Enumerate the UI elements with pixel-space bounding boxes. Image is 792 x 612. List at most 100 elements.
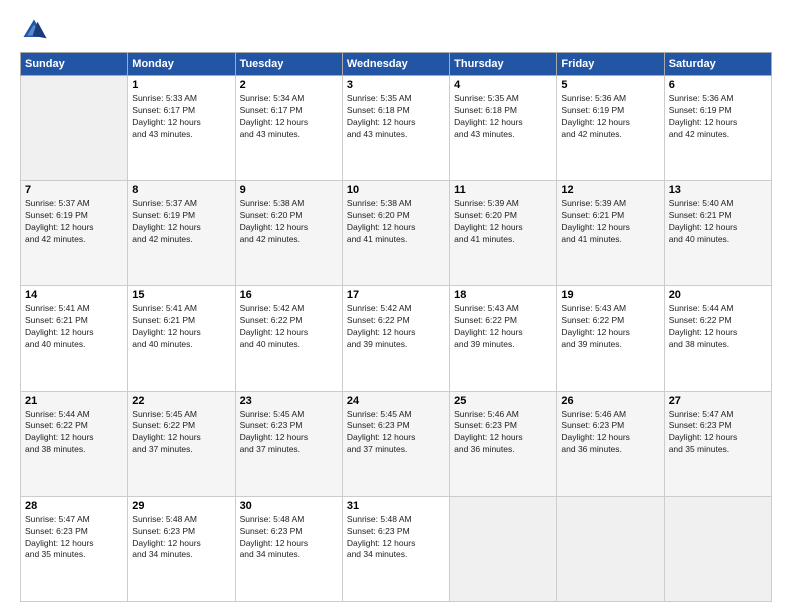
day-number: 17: [347, 289, 445, 301]
day-info: Sunrise: 5:40 AMSunset: 6:21 PMDaylight:…: [669, 198, 767, 246]
day-number: 23: [240, 395, 338, 407]
day-number: 14: [25, 289, 123, 301]
calendar-week: 1 Sunrise: 5:33 AMSunset: 6:17 PMDaylight…: [21, 76, 772, 181]
calendar-cell: 11 Sunrise: 5:39 AMSunset: 6:20 PMDayligh…: [450, 181, 557, 286]
calendar-cell: 17 Sunrise: 5:42 AMSunset: 6:22 PMDayligh…: [342, 286, 449, 391]
header: [20, 16, 772, 44]
calendar-cell: 15 Sunrise: 5:41 AMSunset: 6:21 PMDayligh…: [128, 286, 235, 391]
day-number: 22: [132, 395, 230, 407]
calendar-cell: 18 Sunrise: 5:43 AMSunset: 6:22 PMDayligh…: [450, 286, 557, 391]
day-info: Sunrise: 5:48 AMSunset: 6:23 PMDaylight:…: [347, 514, 445, 562]
weekday-header: Friday: [557, 53, 664, 76]
day-number: 29: [132, 500, 230, 512]
day-info: Sunrise: 5:37 AMSunset: 6:19 PMDaylight:…: [132, 198, 230, 246]
day-info: Sunrise: 5:47 AMSunset: 6:23 PMDaylight:…: [25, 514, 123, 562]
day-info: Sunrise: 5:47 AMSunset: 6:23 PMDaylight:…: [669, 409, 767, 457]
calendar-week: 7 Sunrise: 5:37 AMSunset: 6:19 PMDaylight…: [21, 181, 772, 286]
day-info: Sunrise: 5:43 AMSunset: 6:22 PMDaylight:…: [561, 303, 659, 351]
calendar-cell: 21 Sunrise: 5:44 AMSunset: 6:22 PMDayligh…: [21, 391, 128, 496]
calendar-cell: [21, 76, 128, 181]
day-info: Sunrise: 5:46 AMSunset: 6:23 PMDaylight:…: [454, 409, 552, 457]
day-number: 10: [347, 184, 445, 196]
calendar-week: 21 Sunrise: 5:44 AMSunset: 6:22 PMDayligh…: [21, 391, 772, 496]
day-info: Sunrise: 5:36 AMSunset: 6:19 PMDaylight:…: [669, 93, 767, 141]
day-info: Sunrise: 5:33 AMSunset: 6:17 PMDaylight:…: [132, 93, 230, 141]
calendar-cell: 2 Sunrise: 5:34 AMSunset: 6:17 PMDaylight…: [235, 76, 342, 181]
day-number: 28: [25, 500, 123, 512]
calendar-cell: 10 Sunrise: 5:38 AMSunset: 6:20 PMDayligh…: [342, 181, 449, 286]
calendar-cell: 1 Sunrise: 5:33 AMSunset: 6:17 PMDaylight…: [128, 76, 235, 181]
day-number: 2: [240, 79, 338, 91]
day-number: 7: [25, 184, 123, 196]
day-info: Sunrise: 5:39 AMSunset: 6:20 PMDaylight:…: [454, 198, 552, 246]
day-info: Sunrise: 5:44 AMSunset: 6:22 PMDaylight:…: [669, 303, 767, 351]
calendar-cell: 8 Sunrise: 5:37 AMSunset: 6:19 PMDaylight…: [128, 181, 235, 286]
day-info: Sunrise: 5:48 AMSunset: 6:23 PMDaylight:…: [240, 514, 338, 562]
day-number: 27: [669, 395, 767, 407]
calendar-cell: 25 Sunrise: 5:46 AMSunset: 6:23 PMDayligh…: [450, 391, 557, 496]
day-info: Sunrise: 5:44 AMSunset: 6:22 PMDaylight:…: [25, 409, 123, 457]
day-number: 31: [347, 500, 445, 512]
day-number: 9: [240, 184, 338, 196]
day-number: 1: [132, 79, 230, 91]
calendar-cell: 31 Sunrise: 5:48 AMSunset: 6:23 PMDayligh…: [342, 496, 449, 601]
day-info: Sunrise: 5:42 AMSunset: 6:22 PMDaylight:…: [347, 303, 445, 351]
day-info: Sunrise: 5:41 AMSunset: 6:21 PMDaylight:…: [132, 303, 230, 351]
calendar-cell: 6 Sunrise: 5:36 AMSunset: 6:19 PMDaylight…: [664, 76, 771, 181]
calendar-cell: 9 Sunrise: 5:38 AMSunset: 6:20 PMDaylight…: [235, 181, 342, 286]
day-number: 19: [561, 289, 659, 301]
day-info: Sunrise: 5:46 AMSunset: 6:23 PMDaylight:…: [561, 409, 659, 457]
calendar-week: 14 Sunrise: 5:41 AMSunset: 6:21 PMDayligh…: [21, 286, 772, 391]
day-info: Sunrise: 5:43 AMSunset: 6:22 PMDaylight:…: [454, 303, 552, 351]
day-number: 12: [561, 184, 659, 196]
calendar-cell: 20 Sunrise: 5:44 AMSunset: 6:22 PMDayligh…: [664, 286, 771, 391]
calendar-cell: 4Sunrise: 5:35 AMSunset: 6:18 PMDaylight…: [450, 76, 557, 181]
weekday-header: Saturday: [664, 53, 771, 76]
day-number: 20: [669, 289, 767, 301]
day-info: Sunrise: 5:37 AMSunset: 6:19 PMDaylight:…: [25, 198, 123, 246]
day-number: 8: [132, 184, 230, 196]
calendar-cell: 14 Sunrise: 5:41 AMSunset: 6:21 PMDayligh…: [21, 286, 128, 391]
calendar-cell: 30Sunrise: 5:48 AMSunset: 6:23 PMDayligh…: [235, 496, 342, 601]
logo-icon: [20, 16, 48, 44]
calendar-cell: [557, 496, 664, 601]
calendar-cell: 12 Sunrise: 5:39 AMSunset: 6:21 PMDayligh…: [557, 181, 664, 286]
day-info: Sunrise: 5:34 AMSunset: 6:17 PMDaylight:…: [240, 93, 338, 141]
day-info: Sunrise: 5:41 AMSunset: 6:21 PMDaylight:…: [25, 303, 123, 351]
calendar-cell: 26Sunrise: 5:46 AMSunset: 6:23 PMDayligh…: [557, 391, 664, 496]
weekday-header: Wednesday: [342, 53, 449, 76]
day-number: 3: [347, 79, 445, 91]
day-number: 11: [454, 184, 552, 196]
day-number: 6: [669, 79, 767, 91]
day-number: 15: [132, 289, 230, 301]
weekday-header: Tuesday: [235, 53, 342, 76]
logo: [20, 16, 50, 44]
day-info: Sunrise: 5:45 AMSunset: 6:23 PMDaylight:…: [240, 409, 338, 457]
calendar-cell: 29 Sunrise: 5:48 AMSunset: 6:23 PMDayligh…: [128, 496, 235, 601]
day-number: 13: [669, 184, 767, 196]
calendar-cell: 19 Sunrise: 5:43 AMSunset: 6:22 PMDayligh…: [557, 286, 664, 391]
day-info: Sunrise: 5:38 AMSunset: 6:20 PMDaylight:…: [240, 198, 338, 246]
day-info: Sunrise: 5:45 AMSunset: 6:22 PMDaylight:…: [132, 409, 230, 457]
day-number: 5: [561, 79, 659, 91]
day-info: Sunrise: 5:38 AMSunset: 6:20 PMDaylight:…: [347, 198, 445, 246]
weekday-header: Monday: [128, 53, 235, 76]
day-info: Sunrise: 5:35 AMSunset: 6:18 PMDaylight:…: [454, 93, 552, 141]
day-info: Sunrise: 5:42 AMSunset: 6:22 PMDaylight:…: [240, 303, 338, 351]
calendar-cell: [664, 496, 771, 601]
day-number: 25: [454, 395, 552, 407]
day-info: Sunrise: 5:39 AMSunset: 6:21 PMDaylight:…: [561, 198, 659, 246]
calendar-cell: 28 Sunrise: 5:47 AMSunset: 6:23 PMDayligh…: [21, 496, 128, 601]
calendar-week: 28 Sunrise: 5:47 AMSunset: 6:23 PMDayligh…: [21, 496, 772, 601]
day-number: 24: [347, 395, 445, 407]
day-info: Sunrise: 5:36 AMSunset: 6:19 PMDaylight:…: [561, 93, 659, 141]
day-info: Sunrise: 5:45 AMSunset: 6:23 PMDaylight:…: [347, 409, 445, 457]
weekday-header: Thursday: [450, 53, 557, 76]
day-info: Sunrise: 5:48 AMSunset: 6:23 PMDaylight:…: [132, 514, 230, 562]
calendar-cell: 3 Sunrise: 5:35 AMSunset: 6:18 PMDaylight…: [342, 76, 449, 181]
calendar: SundayMondayTuesdayWednesdayThursdayFrid…: [20, 52, 772, 602]
day-info: Sunrise: 5:35 AMSunset: 6:18 PMDaylight:…: [347, 93, 445, 141]
day-number: 21: [25, 395, 123, 407]
day-number: 18: [454, 289, 552, 301]
calendar-cell: 22 Sunrise: 5:45 AMSunset: 6:22 PMDayligh…: [128, 391, 235, 496]
